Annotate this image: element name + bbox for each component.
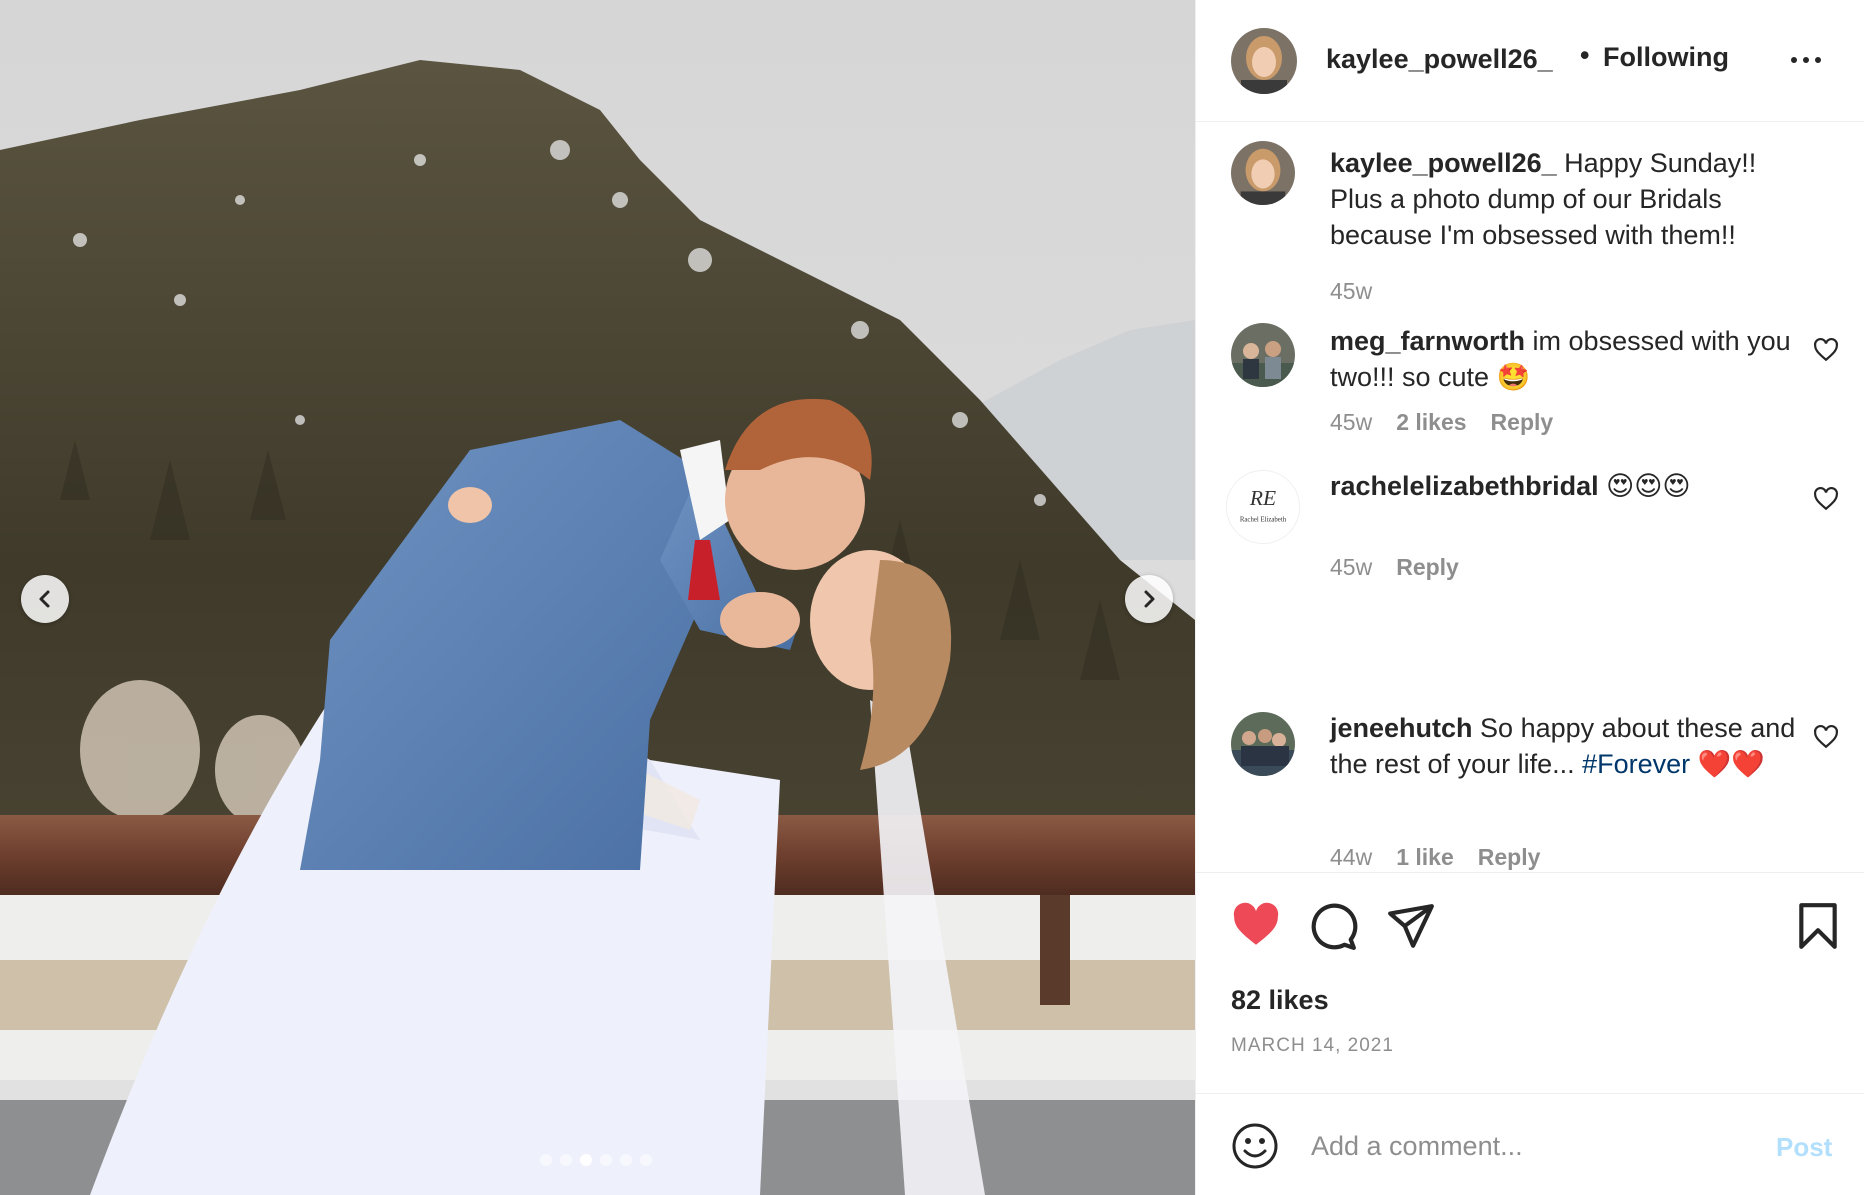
comment-age[interactable]: 44w	[1330, 844, 1372, 871]
emoji-picker-icon[interactable]	[1231, 1122, 1279, 1170]
commenter-avatar[interactable]	[1231, 323, 1295, 387]
carousel-dot	[600, 1154, 612, 1166]
like-heart-icon[interactable]	[1231, 901, 1281, 951]
post-comment-button[interactable]: Post	[1776, 1132, 1832, 1163]
comments-list[interactable]: kaylee_powell26_ Happy Sunday!! Plus a p…	[1196, 123, 1864, 871]
post-side-panel: kaylee_powell26_ • Following kaylee_powe…	[1195, 0, 1864, 1195]
separator-dot: •	[1580, 40, 1590, 70]
commenter-username[interactable]: jeneehutch	[1330, 713, 1473, 743]
commenter-avatar[interactable]: RE Rachel Elizabeth	[1226, 470, 1300, 544]
comment-meta: 44w 1 like Reply	[1330, 844, 1540, 871]
bookmark-icon[interactable]	[1793, 901, 1843, 951]
avatar-caption: Rachel Elizabeth	[1240, 517, 1287, 524]
carousel-dot	[640, 1154, 652, 1166]
next-photo-button[interactable]	[1125, 575, 1173, 623]
carousel-dot	[620, 1154, 632, 1166]
avatar-monogram: RE	[1249, 486, 1276, 510]
add-comment-bar: Post	[1196, 1093, 1864, 1195]
heart-outline-icon[interactable]	[1813, 724, 1839, 750]
chevron-left-icon	[39, 590, 50, 608]
previous-photo-button[interactable]	[21, 575, 69, 623]
comment-text: rachelelizabethbridal 😍😍😍	[1330, 468, 1800, 504]
post-date[interactable]: MARCH 14, 2021	[1231, 1035, 1394, 1057]
caption-text: kaylee_powell26_ Happy Sunday!! Plus a p…	[1330, 145, 1800, 253]
caption-meta: 45w	[1330, 278, 1372, 305]
commenter-avatar[interactable]	[1231, 712, 1295, 776]
author-avatar[interactable]	[1231, 141, 1295, 205]
caption-username[interactable]: kaylee_powell26_	[1330, 148, 1557, 178]
author-username[interactable]: kaylee_powell26_	[1326, 44, 1553, 75]
post-header: kaylee_powell26_ • Following	[1196, 0, 1864, 122]
carousel-dot	[540, 1154, 552, 1166]
comment-meta: 45w Reply	[1330, 554, 1459, 581]
comment-likes[interactable]: 2 likes	[1396, 409, 1466, 436]
comment-age[interactable]: 45w	[1330, 554, 1372, 581]
comment-text: meg_farnworth im obsessed with you two!!…	[1330, 323, 1800, 395]
share-paper-plane-icon[interactable]	[1386, 901, 1436, 951]
comment-age[interactable]: 45w	[1330, 409, 1372, 436]
comment-input[interactable]	[1311, 1122, 1751, 1170]
commenter-username[interactable]: rachelelizabethbridal	[1330, 471, 1599, 501]
heart-outline-icon[interactable]	[1813, 337, 1839, 363]
comment-bubble-icon[interactable]	[1308, 901, 1358, 951]
carousel-dot	[560, 1154, 572, 1166]
caption-age[interactable]: 45w	[1330, 278, 1372, 305]
reply-button[interactable]: Reply	[1478, 844, 1541, 871]
heart-outline-icon[interactable]	[1813, 486, 1839, 512]
comment-emoji: ❤️❤️	[1697, 749, 1765, 779]
comment-likes[interactable]: 1 like	[1396, 844, 1454, 871]
post-actions: 82 likes MARCH 14, 2021	[1196, 872, 1864, 1092]
comment-meta: 45w 2 likes Reply	[1330, 409, 1553, 436]
hashtag-link[interactable]: #Forever	[1582, 749, 1690, 779]
following-button[interactable]: Following	[1603, 42, 1729, 73]
reply-button[interactable]: Reply	[1396, 554, 1459, 581]
likes-count[interactable]: 82 likes	[1231, 985, 1329, 1016]
author-avatar[interactable]	[1231, 28, 1297, 94]
commenter-username[interactable]: meg_farnworth	[1330, 326, 1525, 356]
wedding-photo	[0, 0, 1195, 1195]
chevron-right-icon	[1144, 590, 1155, 608]
comment-body: 😍😍😍	[1606, 471, 1691, 501]
carousel-dot	[580, 1154, 592, 1166]
carousel-indicator	[540, 1154, 652, 1166]
more-options-icon[interactable]	[1791, 50, 1827, 70]
reply-button[interactable]: Reply	[1491, 409, 1554, 436]
post-photo[interactable]	[0, 0, 1195, 1195]
comment-text: jeneehutch So happy about these and the …	[1330, 710, 1800, 782]
